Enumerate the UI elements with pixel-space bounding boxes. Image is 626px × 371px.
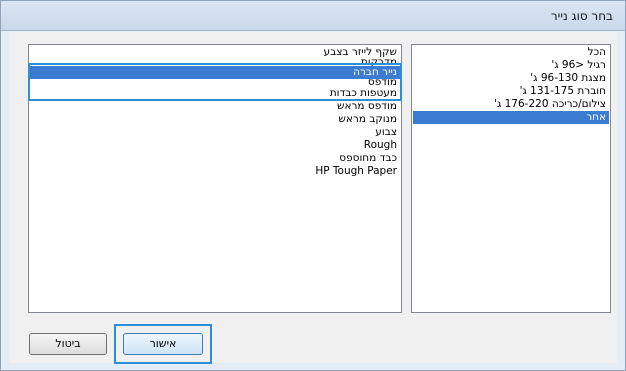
list-item-colored[interactable]: צבוע bbox=[30, 126, 400, 139]
paper-category-list[interactable]: הכל רגיל <96 ג' מצגת 96-130 ג' חוברת 131… bbox=[411, 44, 611, 313]
list-item-heavy-envelopes[interactable]: מעטפות כבדות bbox=[30, 87, 400, 100]
list-item-presentation[interactable]: מצגת 96-130 ג' bbox=[413, 72, 609, 85]
paper-type-list[interactable]: שקף לייזר בצבע מדבקות נייר חברה מודפס מע… bbox=[28, 44, 402, 313]
ok-button[interactable]: אישור bbox=[123, 333, 203, 355]
list-item-plain[interactable]: רגיל <96 ג' bbox=[413, 59, 609, 72]
title-bar[interactable]: בחר סוג נייר bbox=[1, 1, 625, 31]
dialog-title: בחר סוג נייר bbox=[550, 9, 613, 23]
list-item-hp-tough-paper[interactable]: HP Tough Paper bbox=[30, 165, 400, 178]
list-item-printed[interactable]: מודפס bbox=[30, 79, 400, 86]
paper-type-dialog: בחר סוג נייר שקף לייזר בצבע מדבקות נייר … bbox=[0, 0, 626, 371]
list-item-photo-cover[interactable]: צילום/כריכה 176-220 ג' bbox=[413, 98, 609, 111]
list-item-rough[interactable]: Rough bbox=[30, 139, 400, 152]
list-item-heavy-rough[interactable]: כבד מחוספס bbox=[30, 152, 400, 165]
list-item-letterhead[interactable]: נייר חברה bbox=[30, 66, 400, 79]
list-item-laser-color-transparency[interactable]: שקף לייזר בצבע bbox=[30, 46, 400, 59]
list-item-labels[interactable]: מדבקות bbox=[30, 59, 400, 66]
list-item-brochure[interactable]: חוברת 131-175 ג' bbox=[413, 85, 609, 98]
list-item-all[interactable]: הכל bbox=[413, 46, 609, 59]
list-item-other[interactable]: אחר bbox=[413, 111, 609, 124]
cancel-button[interactable]: ביטול bbox=[29, 333, 107, 355]
dialog-client-area: שקף לייזר בצבע מדבקות נייר חברה מודפס מע… bbox=[9, 32, 617, 364]
list-item-preprinted[interactable]: מודפס מראש bbox=[30, 100, 400, 113]
list-item-prepunched[interactable]: מנוקב מראש bbox=[30, 113, 400, 126]
